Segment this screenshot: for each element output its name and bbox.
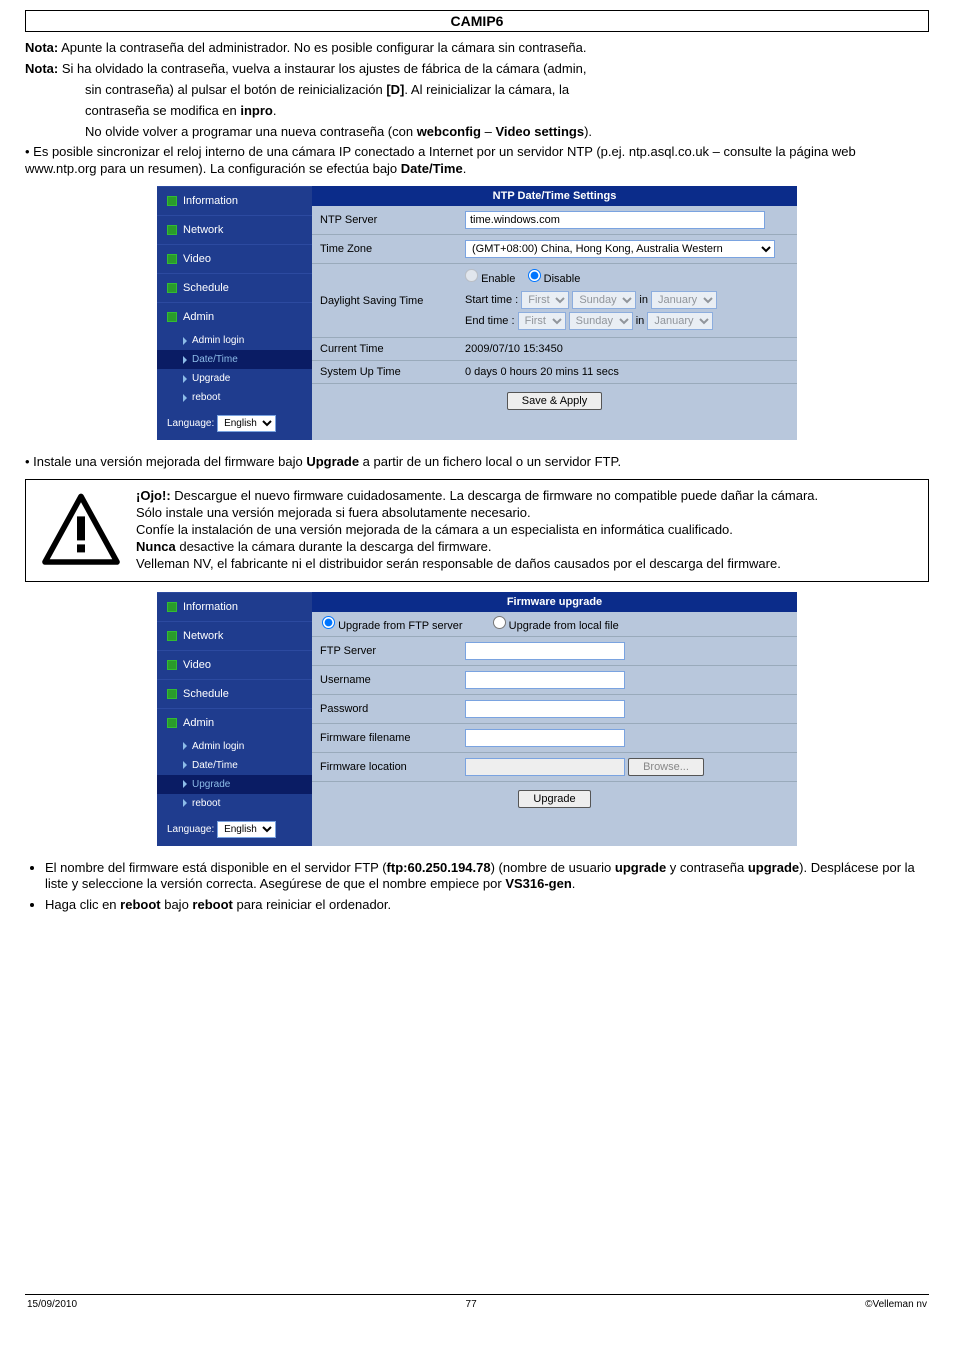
- timezone-select[interactable]: (GMT+08:00) China, Hong Kong, Australia …: [465, 240, 775, 258]
- upgrade-ftp-radio[interactable]: Upgrade from FTP server: [322, 616, 463, 632]
- language-select[interactable]: English: [217, 415, 276, 432]
- sidebar-language: Language: English: [157, 813, 312, 846]
- sidebar-item-network[interactable]: Network: [157, 215, 312, 244]
- sidebar-item-video[interactable]: Video: [157, 650, 312, 679]
- sidebar-sub-datetime[interactable]: Date/Time: [157, 350, 312, 369]
- timezone-label: Time Zone: [312, 235, 457, 264]
- chevron-right-icon: [183, 394, 187, 402]
- sidebar-sub-adminlogin[interactable]: Admin login: [157, 331, 312, 350]
- fw-location-label: Firmware location: [312, 752, 457, 781]
- ftp-server-input[interactable]: [465, 642, 625, 660]
- language-select[interactable]: English: [217, 821, 276, 838]
- sidebar: Information Network Video Schedule Admin…: [157, 592, 312, 846]
- nota1: Nota: Apunte la contraseña del administr…: [25, 40, 929, 57]
- bullet-upgrade: Instale una versión mejorada del firmwar…: [25, 454, 929, 471]
- ftp-server-label: FTP Server: [312, 637, 457, 666]
- end-time-label: End time :: [465, 315, 515, 327]
- warning-icon: [26, 480, 136, 580]
- sidebar-item-schedule[interactable]: Schedule: [157, 273, 312, 302]
- firmware-screenshot: Information Network Video Schedule Admin…: [157, 592, 797, 846]
- nota2-line4: No olvide volver a programar una nueva c…: [85, 124, 929, 141]
- tail-bullet-reboot: Haga clic en reboot bajo reboot para rei…: [45, 897, 929, 914]
- nav-icon: [167, 225, 177, 235]
- ntp-server-input[interactable]: [465, 211, 765, 229]
- upgrade-local-radio[interactable]: Upgrade from local file: [493, 616, 619, 632]
- nav-icon: [167, 718, 177, 728]
- nota2-line1: Nota: Si ha olvidado la contraseña, vuel…: [25, 61, 929, 78]
- username-input[interactable]: [465, 671, 625, 689]
- sidebar-language: Language: English: [157, 407, 312, 440]
- firmware-panel: Firmware upgrade Upgrade from FTP server…: [312, 592, 797, 846]
- chevron-right-icon: [183, 780, 187, 788]
- footer-date: 15/09/2010: [27, 1299, 77, 1310]
- nota2-line2: sin contraseña) al pulsar el botón de re…: [85, 82, 929, 99]
- chevron-right-icon: [183, 337, 187, 345]
- fw-filename-label: Firmware filename: [312, 723, 457, 752]
- nav-icon: [167, 312, 177, 322]
- chevron-right-icon: [183, 742, 187, 750]
- start-day-select[interactable]: Sunday: [572, 291, 636, 309]
- password-input[interactable]: [465, 700, 625, 718]
- warning-box: ¡Ojo!: Descargue el nuevo firmware cuida…: [25, 479, 929, 581]
- uptime-value: 0 days 0 hours 20 mins 11 secs: [457, 360, 797, 383]
- dst-enable-radio[interactable]: Enable: [465, 273, 515, 285]
- chevron-right-icon: [183, 799, 187, 807]
- sidebar-item-information[interactable]: Information: [157, 592, 312, 621]
- sidebar-sub-upgrade[interactable]: Upgrade: [157, 775, 312, 794]
- ntp-panel: NTP Date/Time Settings NTP Server Time Z…: [312, 186, 797, 440]
- page-title: CAMIP6: [25, 10, 929, 32]
- uptime-label: System Up Time: [312, 360, 457, 383]
- start-time-label: Start time :: [465, 294, 518, 306]
- footer-copyright: ©Velleman nv: [865, 1299, 927, 1310]
- save-apply-button[interactable]: Save & Apply: [507, 392, 602, 410]
- firmware-panel-header: Firmware upgrade: [312, 592, 797, 612]
- nota2-line3: contraseña se modifica en inpro.: [85, 103, 929, 120]
- nav-icon: [167, 254, 177, 264]
- sidebar-item-schedule[interactable]: Schedule: [157, 679, 312, 708]
- dst-label: Daylight Saving Time: [312, 264, 457, 338]
- sidebar-item-admin[interactable]: Admin: [157, 708, 312, 737]
- end-month-select[interactable]: January: [647, 312, 713, 330]
- fw-location-input[interactable]: [465, 758, 625, 776]
- nav-icon: [167, 196, 177, 206]
- sidebar-sub-reboot[interactable]: reboot: [157, 794, 312, 813]
- sidebar-item-video[interactable]: Video: [157, 244, 312, 273]
- end-ord-select[interactable]: First: [518, 312, 566, 330]
- sidebar-item-information[interactable]: Information: [157, 186, 312, 215]
- nav-icon: [167, 602, 177, 612]
- footer-pagenum: 77: [466, 1299, 477, 1310]
- nav-icon: [167, 689, 177, 699]
- start-month-select[interactable]: January: [651, 291, 717, 309]
- chevron-right-icon: [183, 375, 187, 383]
- sidebar-sub-adminlogin[interactable]: Admin login: [157, 737, 312, 756]
- chevron-right-icon: [183, 761, 187, 769]
- sidebar-sub-upgrade[interactable]: Upgrade: [157, 369, 312, 388]
- username-label: Username: [312, 665, 457, 694]
- ntp-screenshot: Information Network Video Schedule Admin…: [157, 186, 797, 440]
- sidebar-item-network[interactable]: Network: [157, 621, 312, 650]
- password-label: Password: [312, 694, 457, 723]
- sidebar-sub-reboot[interactable]: reboot: [157, 388, 312, 407]
- sidebar: Information Network Video Schedule Admin…: [157, 186, 312, 440]
- dst-disable-radio[interactable]: Disable: [528, 273, 581, 285]
- end-day-select[interactable]: Sunday: [569, 312, 633, 330]
- upgrade-button[interactable]: Upgrade: [518, 790, 590, 808]
- warning-text: ¡Ojo!: Descargue el nuevo firmware cuida…: [136, 480, 928, 580]
- start-ord-select[interactable]: First: [521, 291, 569, 309]
- chevron-right-icon: [183, 356, 187, 364]
- ntp-server-label: NTP Server: [312, 206, 457, 235]
- sidebar-sub-datetime[interactable]: Date/Time: [157, 756, 312, 775]
- tail-bullet-ftp: El nombre del firmware está disponible e…: [45, 860, 929, 894]
- nav-icon: [167, 631, 177, 641]
- fw-filename-input[interactable]: [465, 729, 625, 747]
- current-time-label: Current Time: [312, 337, 457, 360]
- page-footer: 15/09/2010 77 ©Velleman nv: [25, 1294, 929, 1310]
- current-time-value: 2009/07/10 15:3450: [457, 337, 797, 360]
- bullet-ntp: Es posible sincronizar el reloj interno …: [25, 144, 929, 178]
- ntp-panel-header: NTP Date/Time Settings: [312, 186, 797, 206]
- nav-icon: [167, 283, 177, 293]
- sidebar-item-admin[interactable]: Admin: [157, 302, 312, 331]
- nav-icon: [167, 660, 177, 670]
- browse-button[interactable]: Browse...: [628, 758, 704, 776]
